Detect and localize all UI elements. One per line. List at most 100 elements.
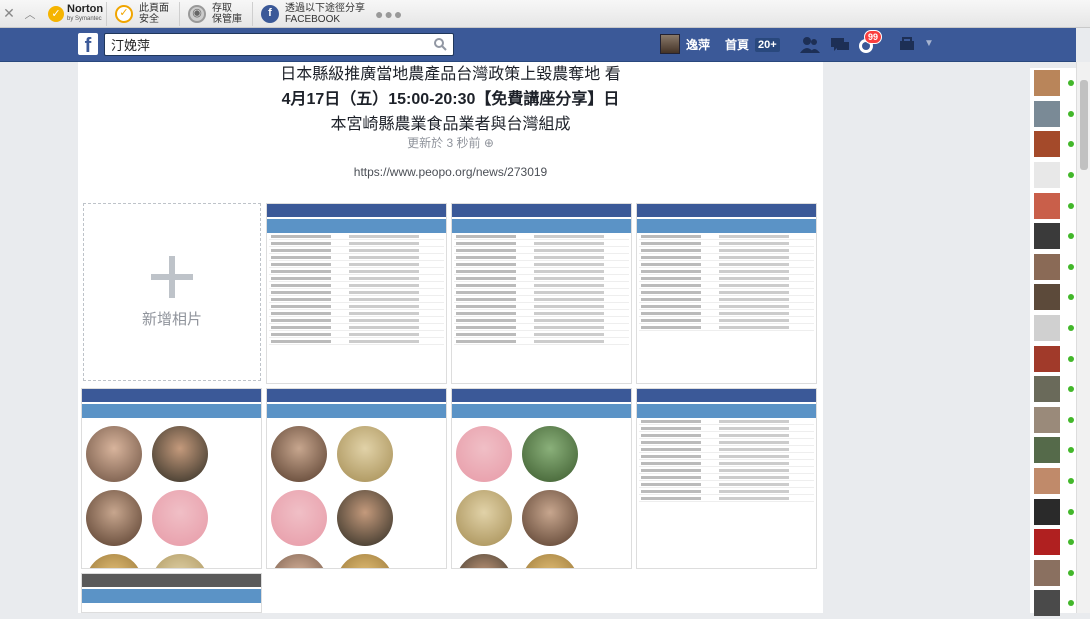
norton-vault[interactable]: ◉ 存取 保管庫	[179, 1, 252, 26]
home-label: 首頁	[725, 38, 750, 52]
photo-thumbnail[interactable]	[451, 388, 632, 569]
add-photo-button[interactable]: 新增相片	[83, 203, 261, 381]
avatar	[1034, 406, 1060, 433]
avatar	[1034, 345, 1060, 372]
album-title: 日本縣級推廣當地農產品台灣政策上毀農奪地 看 4月17日（五）15:00-20:…	[78, 62, 823, 137]
chat-contact[interactable]	[1030, 68, 1076, 99]
photo-thumbnail[interactable]	[266, 388, 447, 569]
norton-share-facebook[interactable]: f 透過以下途徑分享 FACEBOOK	[252, 1, 375, 26]
avatar	[1034, 162, 1060, 189]
updated-time: 更新於 3 秒前 ⊕	[407, 136, 494, 150]
photo-thumbnail[interactable]	[81, 573, 262, 613]
online-indicator	[1068, 508, 1074, 515]
safe-check-icon: ✓	[115, 4, 133, 23]
avatar	[1034, 498, 1060, 525]
close-icon[interactable]: ✕	[0, 5, 18, 22]
vault-line1: 存取	[212, 2, 232, 14]
online-indicator	[1068, 80, 1074, 87]
avatar	[1034, 590, 1060, 617]
facebook-logo[interactable]: f	[78, 33, 98, 57]
add-photo-label: 新增相片	[141, 310, 202, 328]
chat-contact[interactable]	[1030, 129, 1076, 160]
norton-safe-page[interactable]: ✓ 此頁面 安全	[106, 1, 179, 26]
user-name: 逸萍	[686, 37, 711, 52]
chat-contact[interactable]	[1030, 313, 1076, 344]
avatar	[1034, 192, 1060, 219]
photo-thumbnail[interactable]	[81, 388, 262, 569]
online-indicator	[1068, 202, 1074, 209]
avatar	[1034, 437, 1060, 464]
chevron-down-icon[interactable]: ▼	[924, 38, 934, 49]
share-line2: FACEBOOK	[285, 13, 341, 25]
photo-thumbnail[interactable]	[451, 203, 632, 384]
photo-thumbnail[interactable]	[636, 388, 817, 569]
photo-thumbnail[interactable]	[636, 203, 817, 384]
chat-contact[interactable]	[1030, 190, 1076, 221]
online-indicator	[1068, 172, 1074, 179]
title-line1: 日本縣級推廣當地農產品台灣政策上毀農奪地 看	[280, 66, 621, 83]
more-icon[interactable]: ●●●	[375, 6, 403, 22]
online-indicator	[1068, 600, 1074, 607]
chat-contact[interactable]	[1030, 435, 1076, 466]
title-line3: 本宮崎縣農業食品業者與台灣組成	[330, 116, 571, 133]
online-indicator	[1068, 447, 1074, 454]
avatar	[1034, 529, 1060, 556]
online-indicator	[1068, 110, 1074, 117]
avatar	[1034, 468, 1060, 495]
title-line2: 4月17日（五）15:00-20:30【免費講座分享】日	[281, 91, 620, 108]
online-indicator	[1068, 355, 1074, 362]
norton-logo[interactable]: ✓ Norton by Symantec	[48, 3, 106, 24]
facebook-icon: f	[261, 4, 279, 23]
messages-icon[interactable]	[830, 36, 850, 54]
photo-thumbnail[interactable]	[266, 203, 447, 384]
avatar	[1034, 315, 1060, 342]
scrollbar-thumb[interactable]	[1080, 80, 1088, 170]
search-box[interactable]	[104, 33, 454, 56]
chat-contact[interactable]	[1030, 588, 1076, 619]
avatar	[1034, 559, 1060, 586]
search-input[interactable]	[105, 34, 425, 55]
chat-contact[interactable]	[1030, 99, 1076, 130]
album-content: 日本縣級推廣當地農產品台灣政策上毀農奪地 看 4月17日（五）15:00-20:…	[78, 62, 823, 613]
online-indicator	[1068, 416, 1074, 423]
avatar	[1034, 70, 1060, 97]
chat-contact[interactable]	[1030, 252, 1076, 283]
chat-contact[interactable]	[1030, 343, 1076, 374]
avatar	[660, 34, 680, 54]
scrollbar[interactable]	[1076, 62, 1090, 613]
avatar	[1034, 131, 1060, 158]
chat-contact[interactable]	[1030, 221, 1076, 252]
chat-contact[interactable]	[1030, 405, 1076, 436]
online-indicator	[1068, 141, 1074, 148]
collapse-icon[interactable]: ︿	[18, 6, 42, 22]
chat-contact[interactable]	[1030, 374, 1076, 405]
profile-link[interactable]: 逸萍	[660, 34, 710, 54]
avatar	[1034, 284, 1060, 311]
avatar	[1034, 100, 1060, 127]
globe-icon: ⊕	[483, 136, 494, 150]
home-link[interactable]: 首頁 20+	[725, 36, 780, 53]
vault-icon: ◉	[188, 4, 206, 23]
chat-contact[interactable]	[1030, 527, 1076, 558]
friend-requests-icon[interactable]	[800, 36, 820, 54]
plus-icon	[151, 255, 193, 298]
privacy-shortcuts-icon[interactable]	[897, 36, 917, 54]
vault-line2: 保管庫	[212, 13, 242, 25]
norton-toolbar: ✕ ︿ ✓ Norton by Symantec ✓ 此頁面 安全 ◉ 存取 保管庫 …	[0, 0, 1090, 28]
online-indicator	[1068, 233, 1074, 240]
avatar	[1034, 376, 1060, 403]
norton-check-icon: ✓	[48, 5, 64, 22]
search-icon[interactable]	[433, 37, 447, 51]
chat-contact[interactable]	[1030, 466, 1076, 497]
avatar	[1034, 223, 1060, 250]
online-indicator	[1068, 478, 1074, 485]
chat-contact[interactable]	[1030, 496, 1076, 527]
album-link[interactable]: https://www.peopo.org/news/273019	[78, 165, 823, 179]
chat-contact[interactable]	[1030, 282, 1076, 313]
chat-contact[interactable]	[1030, 558, 1076, 589]
online-indicator	[1068, 386, 1074, 393]
norton-brand-sub: by Symantec	[67, 15, 102, 22]
share-line1: 透過以下途徑分享	[285, 2, 365, 14]
chat-contact[interactable]	[1030, 160, 1076, 191]
online-indicator	[1068, 325, 1074, 332]
